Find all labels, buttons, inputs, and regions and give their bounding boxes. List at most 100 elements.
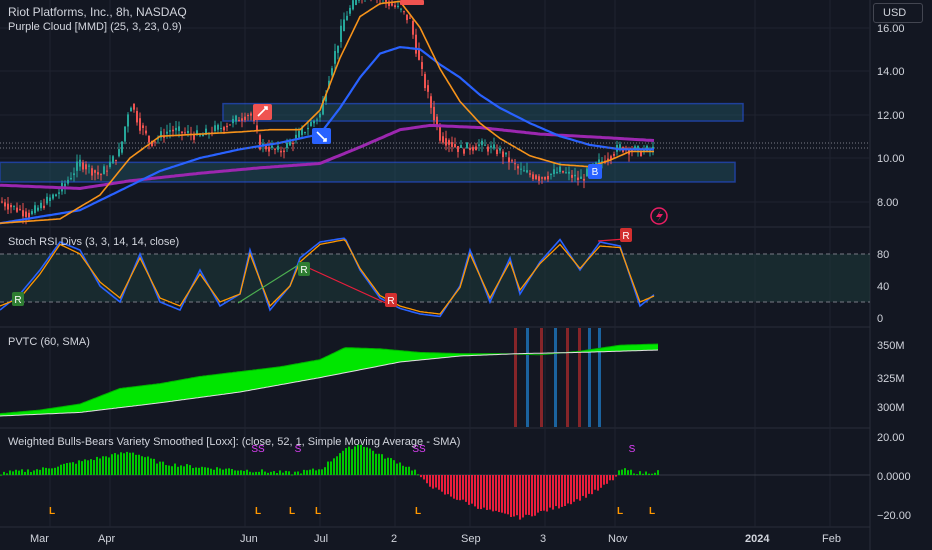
histogram-bar <box>585 475 587 498</box>
histogram-bar <box>141 456 143 475</box>
histogram-bar <box>315 470 317 475</box>
loxx-pane[interactable]: SS S SS SL L L L L L L Weighted Bulls-Bears Varie… <box>0 432 911 522</box>
candle-body <box>133 103 135 110</box>
candle-body <box>226 125 228 128</box>
histogram-bar <box>624 468 626 475</box>
candle-body <box>13 205 15 207</box>
candle-body <box>187 130 189 133</box>
histogram-bar <box>0 474 2 476</box>
candle-body <box>424 74 426 89</box>
histogram-bar <box>147 456 149 475</box>
candle-body <box>433 106 435 121</box>
candle-body <box>127 114 129 127</box>
histogram-bar <box>402 465 404 475</box>
histogram-bar <box>348 446 350 475</box>
candle-body <box>286 142 288 148</box>
histogram-bar <box>234 470 236 475</box>
histogram-bar <box>276 473 278 475</box>
time-axis-label: 2024 <box>745 533 770 545</box>
histogram-bar <box>540 475 542 511</box>
histogram-bar <box>105 456 107 475</box>
candle-body <box>136 111 138 123</box>
histogram-bar <box>162 461 164 475</box>
histogram-bar <box>351 449 353 475</box>
candle-body <box>487 146 489 152</box>
time-axis-label: 3 <box>540 533 546 545</box>
histogram-bar <box>27 469 29 475</box>
histogram-bar <box>54 467 56 475</box>
candle-body <box>85 164 87 170</box>
histogram-bar <box>498 475 500 513</box>
price-axis-label: 14.00 <box>877 66 905 78</box>
histogram-bar <box>516 475 518 516</box>
candle-body <box>415 34 417 54</box>
histogram-bar <box>159 461 161 475</box>
candle-body <box>76 161 78 171</box>
histogram-bar <box>126 451 128 475</box>
candle-body <box>514 163 516 165</box>
long-signal-label: L <box>315 506 321 517</box>
candle-body <box>82 162 84 170</box>
histogram-bar <box>492 475 494 512</box>
price-axis[interactable]: 16.00 14.00 12.00 10.00 8.00 <box>877 23 905 209</box>
histogram-bar <box>18 470 20 475</box>
histogram-bar <box>207 467 209 475</box>
candle-body <box>421 62 423 69</box>
price-axis-label: 10.00 <box>877 153 905 165</box>
histogram-bar <box>360 444 362 475</box>
histogram-bar <box>618 470 620 475</box>
histogram-bar <box>510 475 512 517</box>
histogram-bar <box>252 472 254 475</box>
chart-stage[interactable]: B 16.00 14.00 12.00 10.00 8.00 R R R R S… <box>0 0 932 550</box>
histogram-bar <box>354 446 356 475</box>
histogram-bar <box>642 473 644 475</box>
candle-body <box>343 19 345 32</box>
histogram-bar <box>225 468 227 475</box>
histogram-bar <box>411 470 413 475</box>
histogram-bar <box>558 475 560 509</box>
price-axis-label: 16.00 <box>877 23 905 35</box>
pvtc-pane[interactable]: PVTC (60, SMA) 350M 325M 300M <box>0 328 905 427</box>
histogram-bar <box>609 475 611 481</box>
histogram-bar <box>603 475 605 485</box>
indicator-title[interactable]: Purple Cloud [MMD] (25, 3, 23, 0.9) <box>8 21 182 33</box>
pvtc-signal-bar <box>578 328 581 427</box>
histogram-bar <box>372 450 374 475</box>
histogram-bar <box>114 453 116 475</box>
histogram-bar <box>636 474 638 476</box>
r-marker-label: R <box>622 231 629 242</box>
candle-body <box>583 178 585 181</box>
chart-canvas[interactable]: B 16.00 14.00 12.00 10.00 8.00 R R R R S… <box>0 0 932 550</box>
pvtc-pane-title[interactable]: PVTC (60, SMA) <box>8 336 90 348</box>
candle-body <box>409 17 411 19</box>
currency-button[interactable]: USD <box>873 3 923 23</box>
histogram-bar <box>144 457 146 475</box>
histogram-bar <box>204 467 206 475</box>
resistance-zone <box>222 102 744 122</box>
time-axis[interactable]: Mar Apr Jun Jul 2 Sep 3 Nov 2024 Feb <box>30 533 841 545</box>
price-pane[interactable]: B 16.00 14.00 12.00 10.00 8.00 <box>0 0 905 225</box>
histogram-bar <box>342 450 344 475</box>
histogram-bar <box>297 471 299 475</box>
histogram-bar <box>336 456 338 475</box>
histogram-bar <box>90 459 92 475</box>
loxx-pane-title[interactable]: Weighted Bulls-Bears Variety Smoothed [L… <box>8 436 460 448</box>
candle-body <box>10 204 12 208</box>
loxx-axis-label: 20.00 <box>877 432 905 444</box>
candle-body <box>400 8 402 10</box>
symbol-title[interactable]: Riot Platforms, Inc., 8h, NASDAQ <box>8 5 187 19</box>
histogram-bar <box>645 471 647 475</box>
histogram-bar <box>573 475 575 502</box>
loxx-histogram <box>0 444 659 520</box>
regular-bear-marker: R <box>385 293 397 307</box>
price-axis-label: 12.00 <box>877 110 905 122</box>
histogram-bar <box>429 475 431 487</box>
stoch-pane-title[interactable]: Stoch RSI Divs (3, 3, 14, 14, close) <box>8 236 179 248</box>
histogram-bar <box>138 454 140 475</box>
candle-body <box>535 175 537 180</box>
stoch-rsi-pane[interactable]: R R R R Stoch RSI Divs (3, 3, 14, 14, cl… <box>0 228 889 325</box>
histogram-bar <box>384 458 386 475</box>
lightning-icon[interactable] <box>650 207 668 225</box>
histogram-bar <box>303 469 305 475</box>
histogram-bar <box>240 470 242 475</box>
